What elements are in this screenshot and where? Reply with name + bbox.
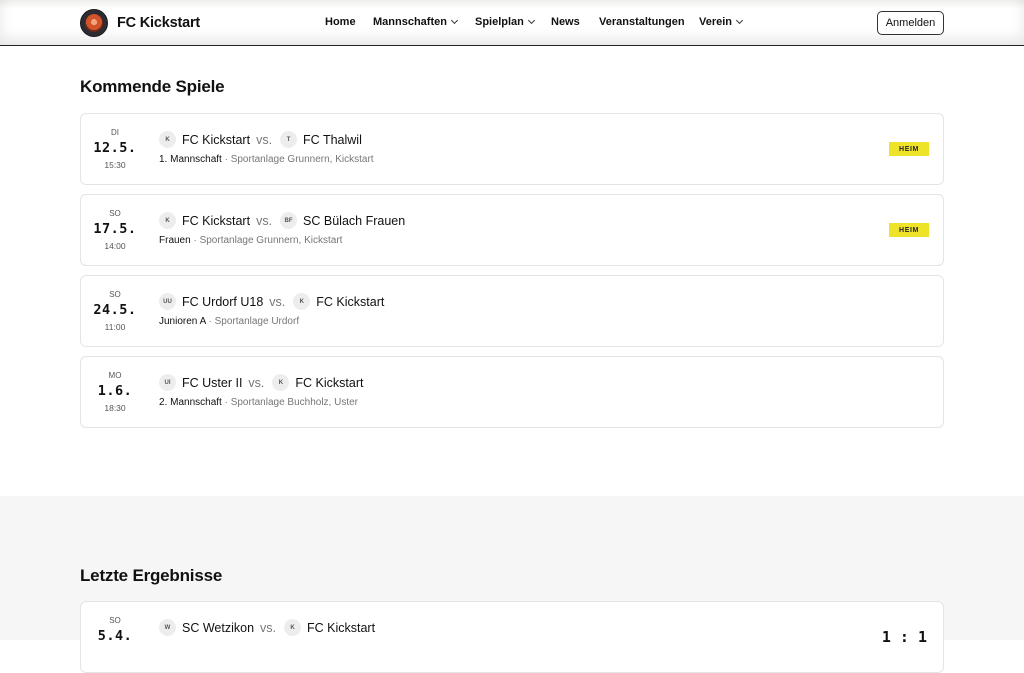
team-logo-icon: K	[284, 619, 301, 636]
nav-mannschaften[interactable]: Mannschaften	[373, 16, 459, 28]
match-card[interactable]: SO 24.5. 11:00 UU FC Urdorf U18 vs. K FC…	[80, 275, 944, 347]
team-logo-icon: W	[159, 619, 176, 636]
match-teams: K FC Kickstart vs. T FC Thalwil	[159, 131, 362, 148]
match-meta: 1. Mannschaft · Sportanlage Grunnern, Ki…	[159, 154, 374, 165]
match-date: SO 17.5. 14:00	[93, 209, 137, 251]
match-card[interactable]: DI 12.5. 15:30 K FC Kickstart vs. T FC T…	[80, 113, 944, 185]
results-title: Letzte Ergebnisse	[80, 566, 223, 585]
team-logo-icon: UU	[159, 293, 176, 310]
match-teams: W SC Wetzikon vs. K FC Kickstart	[159, 619, 375, 636]
away-team: FC Kickstart	[295, 375, 364, 390]
brand-logo[interactable]: FC Kickstart	[80, 9, 200, 37]
home-team: FC Urdorf U18	[182, 294, 264, 309]
match-date: SO 24.5. 11:00	[93, 290, 137, 332]
nav-veranstaltungen[interactable]: Veranstaltungen	[599, 16, 685, 28]
club-crest-icon	[80, 9, 108, 37]
chevron-down-icon	[527, 16, 535, 25]
team-logo-icon: BF	[280, 212, 298, 229]
nav-home[interactable]: Home	[325, 16, 356, 28]
match-teams: UI FC Uster II vs. K FC Kickstart	[159, 374, 363, 391]
match-meta: Frauen · Sportanlage Grunnern, Kickstart	[159, 235, 343, 246]
chevron-down-icon	[450, 16, 459, 25]
home-team: SC Wetzikon	[182, 620, 255, 635]
nav-news[interactable]: News	[551, 16, 580, 28]
match-meta: Junioren A · Sportanlage Urdorf	[159, 316, 300, 327]
match-date: SO 5.4.	[97, 616, 133, 644]
login-button[interactable]: Anmelden	[877, 11, 944, 35]
match-card[interactable]: MO 1.6. 18:30 UI FC Uster II vs. K FC Ki…	[80, 356, 944, 428]
match-teams: K FC Kickstart vs. BF SC Bülach Frauen	[159, 212, 405, 229]
team-logo-icon: K	[272, 374, 290, 391]
home-badge: HEIM	[889, 223, 929, 237]
site-header: FC Kickstart Home Mannschaften Spielplan…	[0, 0, 1024, 46]
team-logo-icon: K	[293, 293, 311, 310]
team-logo-icon: T	[280, 131, 298, 148]
team-logo-icon: K	[159, 212, 176, 229]
away-team: FC Kickstart	[307, 620, 376, 635]
away-team: FC Thalwil	[303, 132, 362, 147]
result-card[interactable]: SO 5.4. W SC Wetzikon vs. K FC Kickstart…	[80, 601, 944, 673]
home-team: FC Uster II	[182, 375, 243, 390]
match-meta: 2. Mannschaft · Sportanlage Buchholz, Us…	[159, 397, 358, 408]
upcoming-title: Kommende Spiele	[80, 77, 225, 96]
away-team: FC Kickstart	[316, 294, 385, 309]
match-card[interactable]: SO 17.5. 14:00 K FC Kickstart vs. BF SC …	[80, 194, 944, 266]
match-date: DI 12.5. 15:30	[93, 128, 137, 170]
nav-verein[interactable]: Verein	[699, 16, 744, 28]
team-logo-icon: K	[159, 131, 176, 148]
match-date: MO 1.6. 18:30	[97, 371, 133, 413]
match-score: 1 : 1	[881, 628, 927, 646]
home-team: FC Kickstart	[182, 213, 251, 228]
team-logo-icon: UI	[159, 374, 176, 391]
chevron-down-icon	[735, 16, 744, 25]
away-team: SC Bülach Frauen	[303, 213, 406, 228]
nav-spielplan[interactable]: Spielplan	[475, 16, 535, 28]
home-badge: HEIM	[889, 142, 929, 156]
brand-name: FC Kickstart	[117, 15, 201, 31]
home-team: FC Kickstart	[182, 132, 251, 147]
match-teams: UU FC Urdorf U18 vs. K FC Kickstart	[159, 293, 384, 310]
